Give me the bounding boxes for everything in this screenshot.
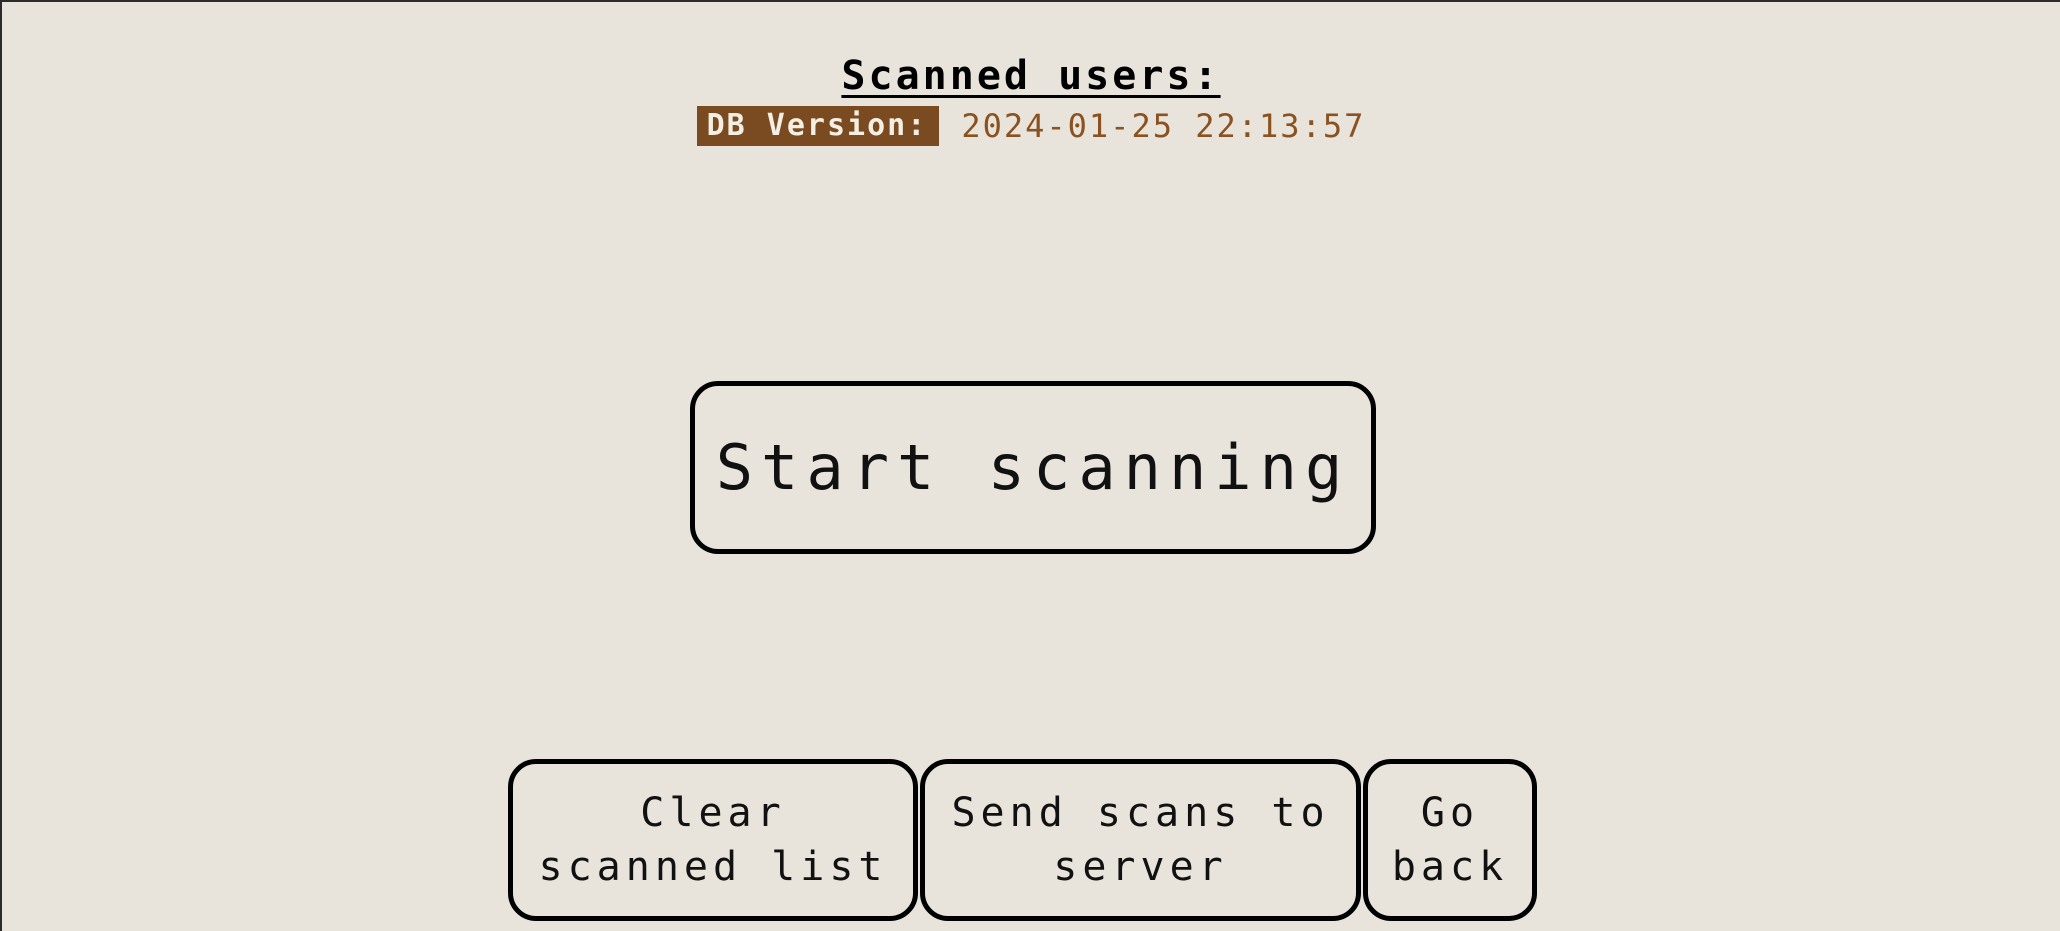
- send-scans-button[interactable]: Send scans to server: [920, 759, 1361, 921]
- page-title-text: Scanned users:: [841, 53, 1221, 99]
- page-title: Scanned users:: [2, 50, 2060, 102]
- db-version-label: DB Version:: [696, 106, 940, 146]
- clear-scanned-list-button[interactable]: Clear scanned list: [508, 759, 918, 921]
- start-scanning-label: Start scanning: [715, 431, 1351, 504]
- send-scans-label: Send scans to server: [951, 790, 1330, 890]
- clear-scanned-list-label: Clear scanned list: [538, 790, 888, 890]
- db-version-row: DB Version: 2024-01-25 22:13:57: [2, 106, 2060, 146]
- start-scanning-button[interactable]: Start scanning: [690, 381, 1376, 554]
- go-back-label: Go back: [1391, 790, 1509, 890]
- db-version-value: 2024-01-25 22:13:57: [961, 107, 1366, 145]
- go-back-button[interactable]: Go back: [1363, 759, 1537, 921]
- scanner-screen: Scanned users: DB Version: 2024-01-25 22…: [2, 2, 2060, 931]
